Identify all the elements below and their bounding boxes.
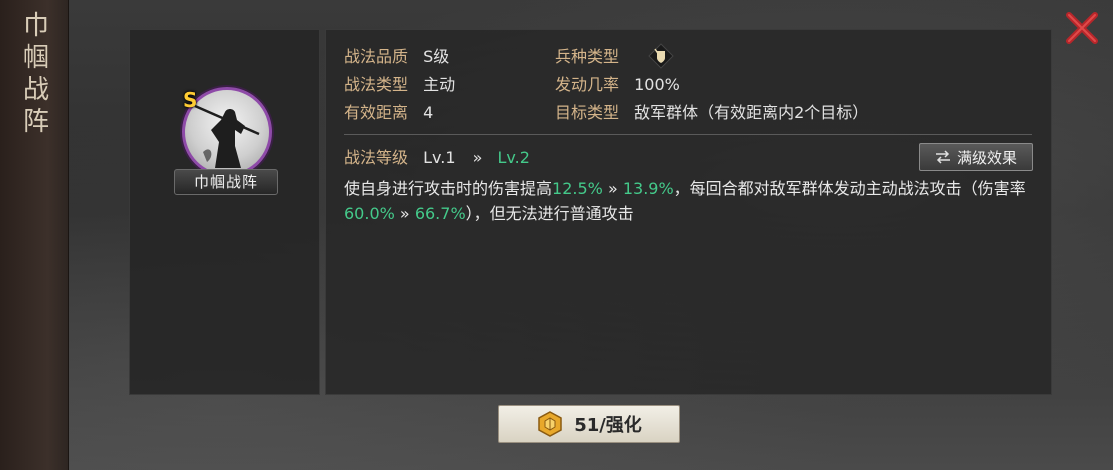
- tactic-portrait-panel: S 巾帼战阵: [129, 29, 320, 395]
- desc-value-from: 60.0%: [344, 204, 395, 223]
- divider: [344, 134, 1032, 135]
- enhance-button[interactable]: 51/强化: [498, 405, 680, 443]
- desc-text: ，每回合都对敌军群体发动主动战法攻击（伤害率: [673, 179, 1026, 198]
- warrior-silhouette-icon: [194, 104, 260, 168]
- tactic-detail-panel: 战法品质 S级 兵种类型 战法类型 主动 发动几率 100% 有效距离 4 目标…: [325, 29, 1052, 395]
- trigger-rate-label: 发动几率: [555, 75, 620, 94]
- level-current: Lv.1: [423, 148, 456, 167]
- quality-row: 战法品质 S级: [344, 47, 449, 67]
- range-value: 4: [423, 103, 434, 122]
- level-arrow: »: [472, 148, 483, 167]
- level-next: Lv.2: [497, 148, 530, 167]
- tactic-description: 使自身进行攻击时的伤害提高12.5% » 13.9%，每回合都对敌军群体发动主动…: [344, 176, 1044, 226]
- close-icon: [1066, 12, 1098, 44]
- enhance-button-label: 51/强化: [574, 415, 642, 436]
- quality-value: S级: [423, 47, 450, 66]
- type-row: 战法类型 主动: [344, 75, 455, 95]
- trigger-rate-value: 100%: [634, 75, 680, 94]
- range-label: 有效距离: [344, 103, 409, 122]
- trigger-rate-row: 发动几率 100%: [555, 75, 680, 95]
- troop-type-row: 兵种类型: [555, 47, 619, 67]
- enhance-token-icon: [538, 411, 562, 437]
- swap-arrows-icon: [935, 150, 950, 164]
- grade-badge: S: [183, 88, 198, 112]
- target-label: 目标类型: [555, 103, 620, 122]
- target-row: 目标类型 敌军群体（有效距离内2个目标）: [555, 103, 868, 123]
- desc-text: 使自身进行攻击时的伤害提高: [344, 179, 553, 198]
- max-level-effect-label: 满级效果: [956, 148, 1017, 167]
- side-title-char: 巾: [22, 11, 49, 41]
- level-label: 战法等级: [344, 148, 409, 167]
- type-label: 战法类型: [344, 75, 409, 94]
- side-title-char: 战: [22, 75, 49, 105]
- desc-arrow: »: [399, 204, 410, 223]
- cavalry-shield-icon: [648, 43, 674, 69]
- max-level-effect-button[interactable]: 满级效果: [919, 143, 1033, 171]
- desc-text: ），但无法进行普通攻击: [465, 204, 634, 223]
- side-title-char: 阵: [22, 107, 49, 137]
- troop-type-label: 兵种类型: [555, 47, 620, 66]
- desc-value-to: 66.7%: [414, 204, 466, 223]
- range-row: 有效距离 4: [344, 103, 433, 123]
- target-value: 敌军群体（有效距离内2个目标）: [634, 103, 869, 122]
- quality-label: 战法品质: [344, 47, 409, 66]
- side-banner: 巾 帼 战 阵: [0, 0, 69, 470]
- tactic-name-plate: 巾帼战阵: [174, 169, 278, 195]
- side-title: 巾 帼 战 阵: [18, 10, 54, 138]
- type-value: 主动: [423, 75, 456, 94]
- desc-value-from: 12.5%: [552, 179, 603, 198]
- side-title-char: 帼: [22, 43, 49, 73]
- close-button[interactable]: [1060, 8, 1104, 48]
- level-row: 战法等级 Lv.1 » Lv.2: [344, 148, 530, 168]
- desc-value-to: 13.9%: [622, 179, 674, 198]
- desc-arrow: »: [607, 179, 618, 198]
